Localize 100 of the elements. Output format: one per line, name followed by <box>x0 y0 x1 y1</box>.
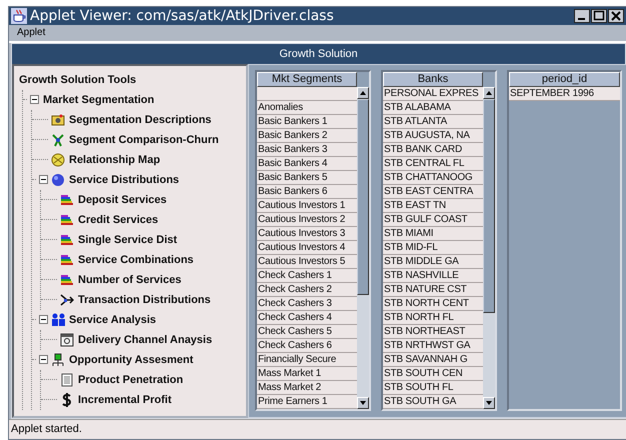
tree-item[interactable]: Product Penetration <box>77 374 184 386</box>
list-item[interactable]: Check Cashers 6 <box>257 338 357 353</box>
list-item[interactable]: Basic Bankers 6 <box>257 184 357 199</box>
tree-item[interactable]: Incremental Profit <box>77 394 172 406</box>
tree-item[interactable]: Segmentation Descriptions <box>68 114 212 126</box>
list-item[interactable]: STB SOUTH FL <box>383 380 483 395</box>
window-icon <box>60 332 74 347</box>
collapse-toggle[interactable] <box>30 95 39 104</box>
tree-item[interactable]: Opportunity Assesment <box>68 354 194 366</box>
list-item[interactable]: STB MID-FL <box>383 240 483 255</box>
scroll-up-button[interactable] <box>357 86 369 99</box>
list-item[interactable]: PERSONAL EXPRES <box>383 86 483 101</box>
list-item[interactable]: Cautious Investors 1 <box>257 198 357 213</box>
bar-chart-icon <box>60 192 74 207</box>
globe-icon <box>51 152 65 167</box>
list-item[interactable]: STB EAST TN <box>383 198 483 213</box>
list-item[interactable]: STB CHATTANOOG <box>383 170 483 185</box>
list-item[interactable]: Basic Bankers 3 <box>257 142 357 157</box>
list-item[interactable]: Check Cashers 5 <box>257 324 357 339</box>
list-item[interactable]: STB CENTRAL FL <box>383 156 483 171</box>
collapse-toggle[interactable] <box>39 175 48 184</box>
list-item[interactable]: STB AUGUSTA, NA <box>383 128 483 143</box>
column-header[interactable]: period_id <box>509 72 620 87</box>
scrollbar[interactable] <box>357 86 369 409</box>
bar-chart-icon <box>60 212 74 227</box>
list-item[interactable]: Basic Bankers 4 <box>257 156 357 171</box>
list-item[interactable]: STB SAVANNAH G <box>383 352 483 367</box>
list-item[interactable]: STB EAST CENTRA <box>383 184 483 199</box>
document-icon <box>60 372 74 387</box>
list-item[interactable]: Cautious Investors 3 <box>257 226 357 241</box>
tree-item[interactable]: Credit Services <box>77 214 158 226</box>
list-item[interactable]: STB ALABAMA <box>383 100 483 115</box>
list-item[interactable]: STB NATURE CST <box>383 282 483 297</box>
list-item[interactable]: Prime Earners 1 <box>257 394 357 409</box>
list-item[interactable]: STB NASHVILLE <box>383 268 483 283</box>
list-item[interactable]: Cautious Investors 4 <box>257 240 357 255</box>
panel-header: Growth Solution <box>12 44 625 64</box>
tree-item[interactable]: Market Segmentation <box>42 94 154 106</box>
tree-item[interactable]: Number of Services <box>77 274 182 286</box>
tree-item[interactable]: Deposit Services <box>77 194 167 206</box>
list-item[interactable]: STB SOUTH CEN <box>383 366 483 381</box>
scroll-down-button[interactable] <box>357 396 369 409</box>
scroll-up-button[interactable] <box>483 86 495 99</box>
list-item[interactable]: Anomalies <box>257 100 357 115</box>
list-item[interactable]: STB GULF COAST <box>383 212 483 227</box>
status-bar: Applet started. <box>9 418 626 440</box>
tree-item[interactable]: Service Distributions <box>68 174 180 186</box>
tree-item[interactable]: Single Service Dist <box>77 234 178 246</box>
tree-item[interactable]: Service Combinations <box>77 254 194 266</box>
list-item[interactable]: Cautious Investors 5 <box>257 254 357 269</box>
java-cup-icon <box>11 8 27 24</box>
list-item[interactable]: STB MIAMI <box>383 226 483 241</box>
column-header[interactable]: Mkt Segments <box>257 72 357 87</box>
bar-chart-icon <box>60 252 74 267</box>
list-item[interactable]: STB SOUTH GA <box>383 394 483 409</box>
tree-item[interactable]: Service Analysis <box>68 314 156 326</box>
list-item[interactable]: Financially Secure <box>257 352 357 367</box>
list-item[interactable]: STB NRTHWST GA <box>383 338 483 353</box>
up-arrow-icon <box>486 90 492 95</box>
down-arrow-icon <box>360 400 366 405</box>
list-item[interactable]: STB BANK CARD <box>383 142 483 157</box>
menu-item[interactable]: Applet <box>17 27 46 38</box>
list-item[interactable]: Basic Bankers 5 <box>257 170 357 185</box>
close-button[interactable] <box>608 8 624 23</box>
column-header[interactable]: Banks <box>383 72 483 87</box>
minimize-button[interactable] <box>574 8 590 23</box>
bar-chart-icon <box>60 272 74 287</box>
down-arrow-icon <box>486 400 492 405</box>
list-item[interactable]: SEPTEMBER 1996 <box>509 86 620 101</box>
dollar-icon <box>60 392 74 407</box>
tree-icon <box>51 352 65 367</box>
list-item[interactable]: STB NORTH FL <box>383 310 483 325</box>
list-item[interactable]: Cautious Investors 2 <box>257 212 357 227</box>
list-item[interactable]: Check Cashers 4 <box>257 310 357 325</box>
scroll-down-button[interactable] <box>483 396 495 409</box>
tree-item[interactable]: Transaction Distributions <box>77 294 211 306</box>
list-item[interactable]: STB MIDDLE GA <box>383 254 483 269</box>
list-item[interactable]: Basic Bankers 2 <box>257 128 357 143</box>
list-item[interactable]: Check Cashers 1 <box>257 268 357 283</box>
arrow-icon <box>60 292 74 307</box>
list-item[interactable]: Mass Market 1 <box>257 366 357 381</box>
scrollbar[interactable] <box>483 86 495 409</box>
tree-item[interactable]: Segment Comparison-Churn <box>68 134 219 146</box>
tree-root-label: Growth Solution Tools <box>18 74 136 86</box>
network-icon <box>51 132 65 147</box>
bar-chart-icon <box>60 232 74 247</box>
collapse-toggle[interactable] <box>39 355 48 364</box>
collapse-toggle[interactable] <box>39 315 48 324</box>
list-item[interactable]: Mass Market 2 <box>257 380 357 395</box>
list-item[interactable]: STB ATLANTA <box>383 114 483 129</box>
folder-icon <box>51 112 65 127</box>
maximize-button[interactable] <box>591 8 607 23</box>
list-item[interactable]: Check Cashers 3 <box>257 296 357 311</box>
list-item[interactable]: Basic Bankers 1 <box>257 114 357 129</box>
window-title: Applet Viewer: com/sas/atk/AtkJDriver.class <box>30 8 335 24</box>
list-item[interactable]: STB NORTHEAST <box>383 324 483 339</box>
list-item[interactable]: Check Cashers 2 <box>257 282 357 297</box>
tree-item[interactable]: Relationship Map <box>68 154 160 166</box>
list-item[interactable]: STB NORTH CENT <box>383 296 483 311</box>
tree-item[interactable]: Delivery Channel Anaysis <box>77 334 212 346</box>
